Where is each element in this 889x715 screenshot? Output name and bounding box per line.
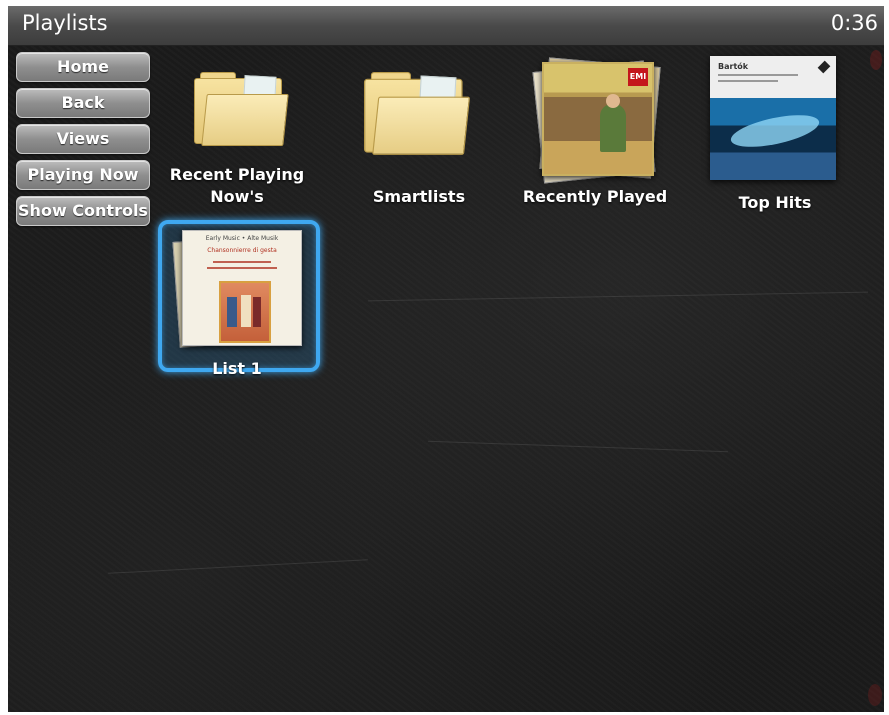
tile-top-hits[interactable]: Bartók Top Hits: [700, 56, 850, 216]
views-button[interactable]: Views: [16, 124, 150, 154]
title-bar: Playlists 0:36: [8, 6, 884, 46]
page-title: Playlists: [22, 11, 108, 35]
tile-label: Recent Playing Now's: [169, 165, 305, 206]
album-logo-icon: [817, 60, 831, 74]
media-center-screen: Playlists 0:36 Home Back Views Playing N…: [8, 6, 884, 712]
album-cover: Early Music • Alte Musik Chansonnierre d…: [182, 230, 302, 346]
album-cover: Bartók: [710, 56, 836, 180]
album-title-text: Chansonnierre di gesta: [207, 247, 277, 254]
clock: 0:36: [830, 11, 878, 35]
album-header-text: Early Music • Alte Musik: [205, 235, 279, 242]
tile-recent-playing[interactable]: Recent Playing Now's: [162, 64, 312, 214]
album-subtitle-line: [718, 80, 778, 82]
tile-label: Smartlists: [372, 187, 466, 206]
figure-shape: [600, 104, 626, 152]
album-painting: [219, 281, 271, 343]
emi-badge: EMI: [628, 68, 648, 86]
back-button[interactable]: Back: [16, 88, 150, 118]
album-cover: EMI: [542, 62, 654, 176]
album-text-line: [207, 267, 277, 269]
wall-crack: [368, 291, 868, 302]
album-text-line: [213, 261, 271, 263]
edge-smudge: [870, 50, 882, 70]
tile-list-1[interactable]: Early Music • Alte Musik Chansonnierre d…: [162, 224, 312, 378]
folder-icon: [194, 72, 289, 152]
painting-figure: [227, 297, 237, 327]
tile-label: Recently Played: [522, 187, 668, 206]
nav-panel: Home Back Views Playing Now Show Control…: [16, 52, 150, 232]
painting-figure: [241, 295, 251, 327]
playing-now-button[interactable]: Playing Now: [16, 160, 150, 190]
album-title-text: Bartók: [718, 62, 749, 71]
show-controls-button[interactable]: Show Controls: [16, 196, 150, 226]
wall-crack: [108, 559, 368, 574]
folder-icon: [364, 72, 480, 184]
home-button[interactable]: Home: [16, 52, 150, 82]
album-subtitle-line: [718, 74, 798, 76]
tile-label: Top Hits: [738, 193, 812, 212]
painting-figure: [253, 297, 261, 327]
album-art-streak: [728, 108, 822, 154]
wall-crack: [428, 440, 728, 453]
edge-smudge: [868, 684, 882, 706]
figure-head: [606, 94, 620, 108]
tile-smartlists[interactable]: Smartlists: [344, 64, 494, 214]
tile-recently-played[interactable]: EMI Recently Played: [520, 56, 670, 216]
tile-label: List 1: [212, 359, 262, 378]
